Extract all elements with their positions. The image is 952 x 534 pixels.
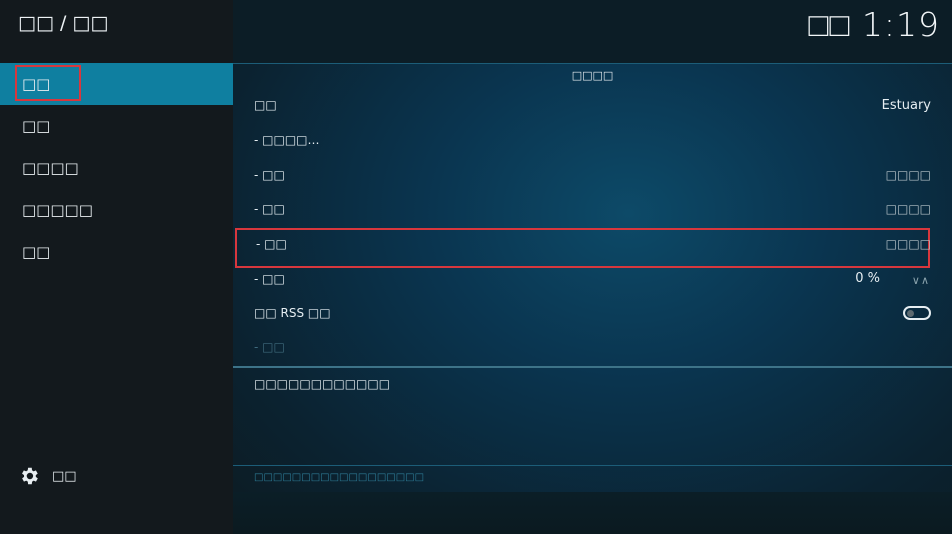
breadcrumb: □□ / □□ xyxy=(18,12,109,34)
divider xyxy=(233,366,952,368)
sidebar-item-label: □□□□ xyxy=(22,159,79,177)
setting-label: - □□□□… xyxy=(254,133,320,147)
settings-level-label: □□ xyxy=(52,468,77,484)
divider xyxy=(233,465,952,466)
gear-icon xyxy=(22,467,38,485)
setting-label: - □□ xyxy=(254,168,285,182)
sidebar-item-4[interactable]: □□□□□ xyxy=(0,189,233,231)
setting-row-rss[interactable]: □□ RSS □□ xyxy=(233,297,952,331)
setting-row-5-focused[interactable]: - □□ □□□□ xyxy=(235,228,931,268)
header-bar: □□ 1:19 xyxy=(233,0,952,64)
sidebar-item-label: □□ xyxy=(22,75,51,93)
setting-label: □□ xyxy=(254,98,277,112)
sidebar-item-5[interactable]: □□ xyxy=(0,231,233,273)
main-panel: □□ 1:19 □□□□ □□ Estuary - □□□□… - □□ □□□… xyxy=(233,0,952,534)
setting-value: □□□□ xyxy=(885,202,931,216)
setting-label: □□ RSS □□ xyxy=(254,306,331,320)
setting-value: □□□□ xyxy=(885,237,931,251)
setting-description: □□□□□□□□□□□□ xyxy=(254,377,391,391)
setting-row-zoom[interactable]: - □□ 0 % ∨∧ xyxy=(233,263,952,297)
setting-value: Estuary xyxy=(881,98,931,113)
sidebar-item-3[interactable]: □□□□ xyxy=(0,147,233,189)
sidebar-item-label: □□□□□ xyxy=(22,201,93,219)
spinner-arrows-icon[interactable]: ∨∧ xyxy=(912,274,930,287)
sidebar-item-1[interactable]: □□ xyxy=(0,63,233,105)
setting-label: - □□ xyxy=(256,237,287,251)
setting-label: - □□ xyxy=(254,272,285,286)
setting-row-3[interactable]: - □□ □□□□ xyxy=(233,159,952,193)
section-title: □□□□ xyxy=(571,69,614,82)
setting-label: - □□ xyxy=(254,340,285,354)
settings-level-button[interactable]: □□ xyxy=(18,462,77,490)
setting-row-configure[interactable]: - □□□□… xyxy=(233,124,952,158)
setting-row-4[interactable]: - □□ □□□□ xyxy=(233,193,952,227)
bottom-strip xyxy=(233,492,952,534)
footer-hint: □□□□□□□□□□□□□□□□□□ xyxy=(254,472,425,483)
setting-row-skin[interactable]: □□ Estuary xyxy=(233,89,952,123)
sidebar-item-2[interactable]: □□ xyxy=(0,105,233,147)
sidebar-item-label: □□ xyxy=(22,243,51,261)
setting-value: □□□□ xyxy=(885,168,931,182)
setting-label: - □□ xyxy=(254,202,285,216)
sidebar: □□ / □□ □□ □□ □□□□ □□□□□ □□ □□ xyxy=(0,0,233,534)
zoom-value: 0 % xyxy=(855,271,880,286)
sidebar-item-label: □□ xyxy=(22,117,51,135)
setting-row-disabled: - □□ xyxy=(233,331,952,365)
rss-toggle[interactable] xyxy=(903,306,931,320)
clock: □□ 1:19 xyxy=(808,5,940,44)
